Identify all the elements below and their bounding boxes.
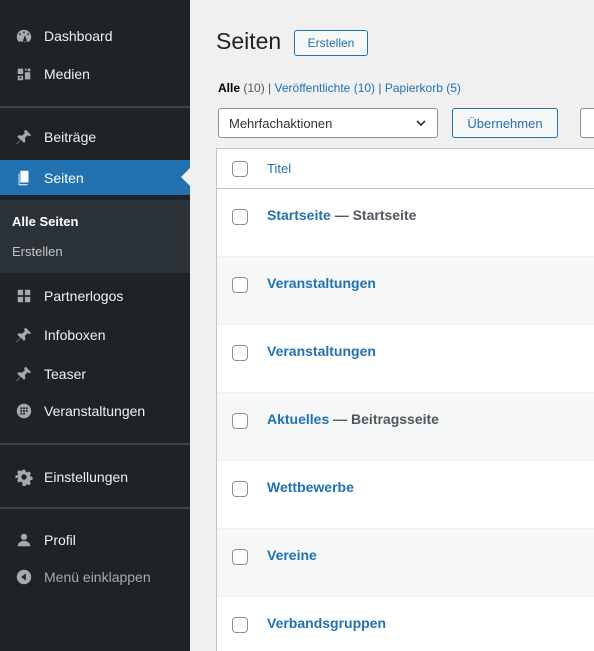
table-row: Vereine	[217, 529, 594, 597]
bulk-actions-value: Mehrfachaktionen	[229, 115, 333, 131]
table-row: Startseite — Startseite	[217, 189, 594, 257]
page-title-link[interactable]: Veranstaltungen	[267, 343, 376, 359]
sidebar-item-einstellungen[interactable]: Einstellungen	[0, 465, 190, 489]
table-row: Verbandsgruppen	[217, 597, 594, 651]
add-new-page-button[interactable]: Erstellen	[294, 30, 368, 56]
row-checkbox[interactable]	[232, 277, 248, 293]
page-title-link[interactable]: Aktuelles	[267, 411, 329, 427]
page-state: — Beitragsseite	[329, 411, 439, 427]
status-filters: Alle (10) | Veröffentlichte (10) | Papie…	[218, 81, 461, 95]
chevron-down-icon	[416, 120, 426, 127]
page-title-link[interactable]: Wettbewerbe	[267, 479, 354, 495]
sidebar-item-label: Beiträge	[44, 129, 97, 145]
row-checkbox[interactable]	[232, 481, 248, 497]
row-checkbox[interactable]	[232, 209, 248, 225]
pages-icon	[14, 168, 34, 188]
page-title-link[interactable]: Verbandsgruppen	[267, 615, 386, 631]
sidebar-item-label: Profil	[44, 532, 76, 548]
main-content: Seiten Erstellen Alle (10) | Veröffentli…	[190, 0, 594, 651]
filter-all[interactable]: Alle	[218, 81, 240, 95]
filter-published[interactable]: Veröffentlichte	[275, 81, 351, 95]
submenu-seiten: Alle Seiten Erstellen	[0, 200, 190, 273]
admin-sidebar: Dashboard Medien Beiträge Seiten Alle Se…	[0, 0, 190, 651]
sidebar-item-infoboxen[interactable]: Infoboxen	[0, 323, 190, 347]
table-row: Veranstaltungen	[217, 257, 594, 325]
sidebar-collapse-menu[interactable]: Menü einklappen	[0, 565, 190, 589]
media-icon	[14, 64, 34, 84]
user-icon	[14, 530, 34, 550]
sidebar-item-label: Dashboard	[44, 28, 113, 44]
menu-separator	[0, 443, 190, 445]
dashboard-icon	[14, 26, 34, 46]
sidebar-item-label: Menü einklappen	[44, 569, 151, 585]
sidebar-item-teaser[interactable]: Teaser	[0, 362, 190, 386]
sidebar-item-label: Teaser	[44, 366, 87, 382]
row-checkbox[interactable]	[232, 549, 248, 565]
sidebar-item-label: Einstellungen	[44, 469, 129, 485]
apply-bulk-button[interactable]: Übernehmen	[452, 108, 558, 138]
sidebar-item-label: Medien	[44, 66, 90, 82]
table-row: Wettbewerbe	[217, 461, 594, 529]
page-title-link[interactable]: Startseite	[267, 207, 331, 223]
sidebar-item-seiten[interactable]: Seiten	[0, 160, 190, 195]
filter-trash-count: (5)	[446, 81, 461, 95]
page-title-link[interactable]: Vereine	[267, 547, 317, 563]
table-header: Titel	[217, 149, 594, 189]
submenu-item-alle-seiten[interactable]: Alle Seiten	[12, 214, 78, 229]
table-row: Veranstaltungen	[217, 325, 594, 393]
bulk-actions-select[interactable]: Mehrfachaktionen	[218, 108, 438, 138]
sidebar-item-medien[interactable]: Medien	[0, 62, 190, 86]
filter-published-count: (10)	[353, 81, 376, 95]
sidebar-item-label: Partnerlogos	[44, 288, 124, 304]
filter-all-count: (10)	[243, 81, 265, 95]
column-title-sort[interactable]: Titel	[267, 161, 291, 176]
pin-icon	[14, 127, 34, 147]
calendar-icon	[14, 401, 34, 421]
submenu-item-erstellen[interactable]: Erstellen	[12, 244, 63, 259]
pages-table: Titel Startseite — Startseite Veranstalt…	[216, 148, 594, 651]
row-checkbox[interactable]	[232, 345, 248, 361]
filter-separator: |	[378, 81, 382, 95]
sidebar-item-label: Seiten	[44, 169, 84, 186]
pin-icon	[14, 325, 34, 345]
sidebar-item-veranstaltungen[interactable]: Veranstaltungen	[0, 399, 190, 423]
sidebar-item-profil[interactable]: Profil	[0, 528, 190, 552]
collapse-icon	[14, 567, 34, 587]
menu-separator	[0, 106, 190, 108]
table-row: Aktuelles — Beitragsseite	[217, 393, 594, 461]
filter-trash[interactable]: Papierkorb	[385, 81, 443, 95]
row-checkbox[interactable]	[232, 413, 248, 429]
active-menu-arrow	[181, 168, 190, 186]
sidebar-item-dashboard[interactable]: Dashboard	[0, 24, 190, 48]
sidebar-item-label: Veranstaltungen	[44, 403, 146, 419]
pin-icon	[14, 364, 34, 384]
page-state: — Startseite	[330, 207, 417, 223]
menu-separator	[0, 507, 190, 509]
row-checkbox[interactable]	[232, 617, 248, 633]
select-all-checkbox[interactable]	[232, 161, 248, 177]
sidebar-item-label: Infoboxen	[44, 327, 106, 343]
sidebar-item-partnerlogos[interactable]: Partnerlogos	[0, 284, 190, 308]
grid-icon	[14, 286, 34, 306]
date-filter-select[interactable]	[580, 108, 594, 138]
sidebar-item-beitraege[interactable]: Beiträge	[0, 125, 190, 149]
filter-separator: |	[268, 81, 272, 95]
page-title: Seiten	[216, 28, 282, 54]
settings-icon	[14, 467, 34, 487]
page-title-link[interactable]: Veranstaltungen	[267, 275, 376, 291]
